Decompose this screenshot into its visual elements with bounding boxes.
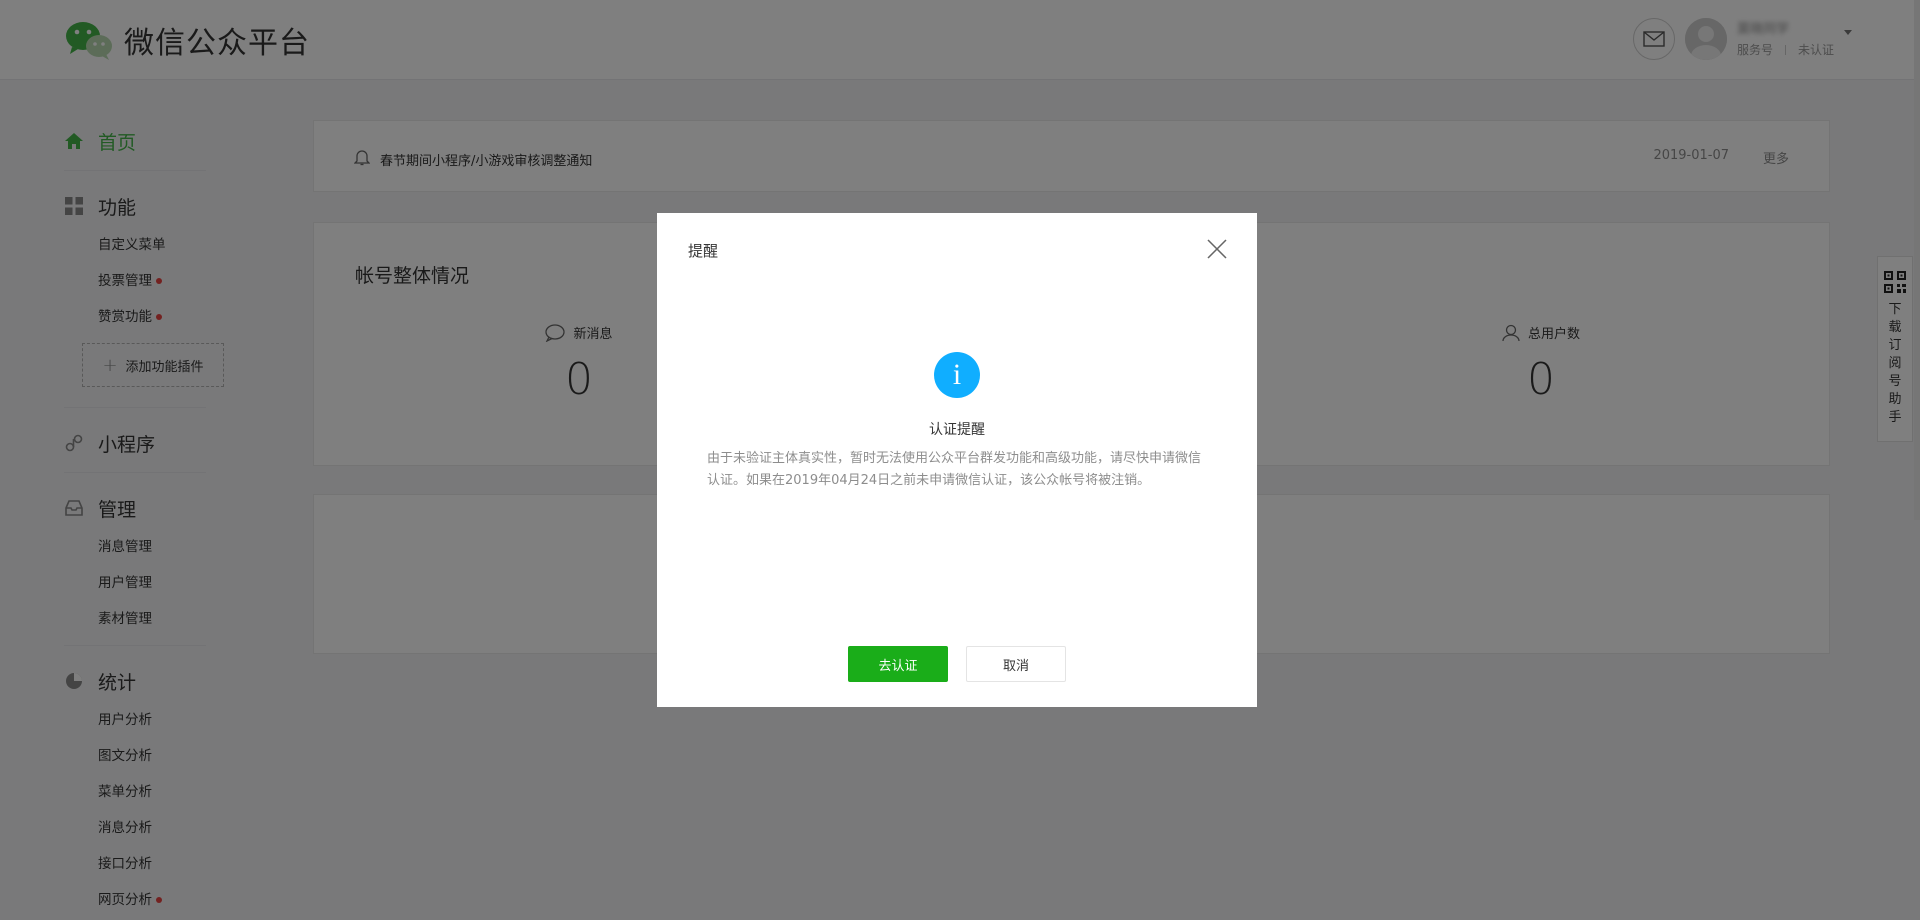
- go-certify-button[interactable]: 去认证: [848, 646, 948, 682]
- dialog-heading: 认证提醒: [929, 422, 985, 438]
- close-button[interactable]: [1207, 239, 1227, 259]
- cancel-button[interactable]: 取消: [966, 646, 1066, 682]
- dialog-title: 提醒: [688, 242, 719, 260]
- close-icon: [1207, 239, 1227, 259]
- dialog-message: 由于未验证主体真实性，暂时无法使用公众平台群发功能和高级功能，请尽快申请微信认证…: [707, 451, 1202, 488]
- dialog-actions: 去认证 取消: [657, 646, 1257, 682]
- certification-reminder-dialog: 提醒 i 认证提醒 由于未验证主体真实性，暂时无法使用公众平台群发功能和高级功能…: [657, 213, 1257, 707]
- info-icon: i: [934, 352, 980, 398]
